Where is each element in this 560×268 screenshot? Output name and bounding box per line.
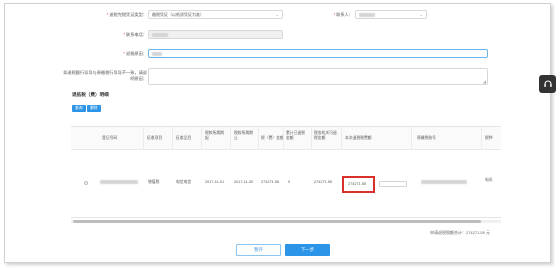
col-header-tax-type: 税种 [485, 136, 493, 140]
batch-note-label: 如退税额行导导与原缴税行导导不一致，请说明原因： [63, 70, 147, 81]
scrollbar-thumb[interactable] [73, 220, 481, 223]
table-horizontal-scrollbar[interactable] [71, 220, 501, 223]
current-refund-input[interactable] [379, 181, 407, 187]
phone-value-redacted [152, 32, 168, 37]
chevron-down-icon: ⌄ [419, 12, 423, 17]
cell-subitem: 电信电信 [176, 180, 192, 184]
col-header-subitem: 征收品目 [176, 136, 192, 140]
contact-label: *联系人： [333, 12, 353, 17]
cell-refunded: 0 [288, 180, 291, 184]
save-draft-button[interactable]: 暂存 [236, 244, 281, 256]
cell-period-end: 2017-11-30 [234, 180, 254, 184]
refund-form-window: *退税完税凭证类型： 缴税凭证（以纸质凭证为准） ⌄ *联系人： ⌄ *联系电话：… [4, 3, 551, 263]
col-header-account: 原缴税账号 [417, 136, 436, 140]
refund-reason-label: *退税原因： [123, 51, 147, 56]
current-refund-highlight: 274271.55 [342, 176, 375, 193]
query-button[interactable]: 查询 [72, 105, 86, 112]
col-header-current-refund: 本次退税税费额 [345, 136, 372, 140]
col-header-period-start: 税款所属期起 [205, 131, 224, 140]
cell-current-refund: 274271.55 [348, 182, 366, 186]
refund-type-select[interactable]: 缴税凭证（以纸质凭证为准） ⌄ [148, 10, 283, 19]
cell-reg-no [100, 180, 138, 185]
cell-period-start: 2017-11-01 [205, 180, 225, 184]
delete-button[interactable]: 删除 [87, 105, 101, 112]
contact-value-redacted [359, 12, 375, 17]
refund-total-summary: 申请退税税额合计：274271.55 元 [429, 230, 490, 235]
refund-detail-table: 登记号码 征收项目 征收品目 税款所属期起 税款所属期止 税（费）金额 累计已退… [71, 126, 501, 223]
chevron-down-icon: ⌄ [275, 12, 279, 17]
reason-value-redacted [152, 51, 162, 56]
cell-item: 增值税 [148, 180, 160, 184]
headset-support-button[interactable] [539, 75, 556, 93]
headset-icon [543, 80, 552, 87]
col-header-item: 征收项目 [147, 136, 163, 140]
row-select-radio[interactable] [84, 181, 88, 185]
col-header-period-end: 税款所属期止 [234, 131, 253, 140]
cell-amount: 274271.55 [261, 180, 279, 184]
cell-account [421, 180, 467, 185]
col-header-refunded: 累计已退税金额 [286, 131, 305, 140]
refund-reason-input[interactable] [148, 49, 488, 58]
section-title: 退抵税（费）明细 [72, 92, 109, 97]
table-header: 登记号码 征收项目 征收品目 税款所属期起 税款所属期止 税（费）金额 累计已退… [71, 127, 501, 150]
refund-type-label: *退税完税凭证类型： [106, 12, 147, 17]
resize-grip-icon[interactable]: ◢ [483, 80, 486, 84]
contact-select[interactable]: ⌄ [355, 10, 427, 19]
cell-refundable: 274271.55 [314, 180, 332, 184]
contact-phone-field [148, 30, 283, 39]
col-header-refundable: 税务机关可退税金额 [314, 131, 337, 140]
col-header-amount: 税（费）金额 [261, 136, 284, 140]
cell-tax-type: 电讯 [485, 178, 493, 182]
batch-note-textarea[interactable]: ◢ [148, 68, 488, 85]
col-header-reg-no: 登记号码 [102, 136, 118, 140]
account-redacted [421, 180, 467, 184]
reg-no-redacted [100, 180, 138, 184]
contact-phone-label: *联系电话： [123, 32, 147, 37]
next-step-button[interactable]: 下一步 [285, 244, 330, 256]
